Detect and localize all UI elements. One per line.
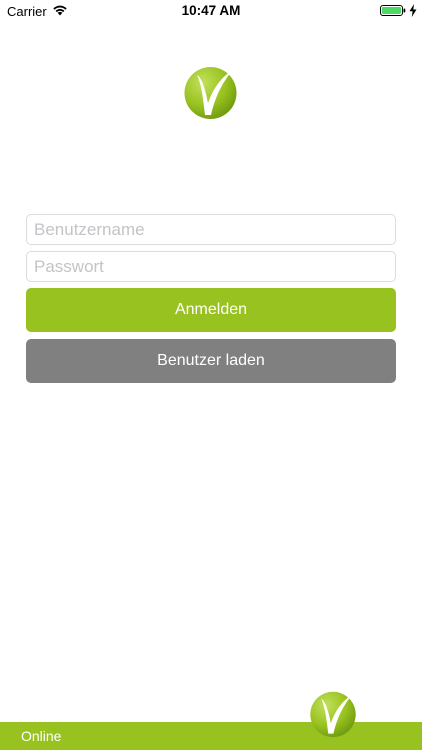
login-screen: Carrier 10:47 AM Anmelden (0, 0, 422, 750)
battery-full-icon (380, 5, 406, 16)
load-user-button[interactable]: Benutzer laden (26, 339, 396, 383)
footer-bar: Online (0, 722, 422, 750)
connection-status: Online (21, 728, 62, 744)
app-logo (184, 67, 237, 119)
login-button[interactable]: Anmelden (26, 288, 396, 332)
password-input[interactable] (26, 251, 396, 282)
login-button-label: Anmelden (174, 301, 248, 318)
load-user-button-label: Benutzer laden (157, 352, 265, 369)
clock: 10:47 AM (181, 3, 241, 18)
footer-logo (310, 691, 356, 738)
username-input[interactable] (26, 214, 396, 245)
status-bar: Carrier 10:47 AM (0, 0, 422, 22)
charging-bolt-icon (409, 4, 417, 17)
